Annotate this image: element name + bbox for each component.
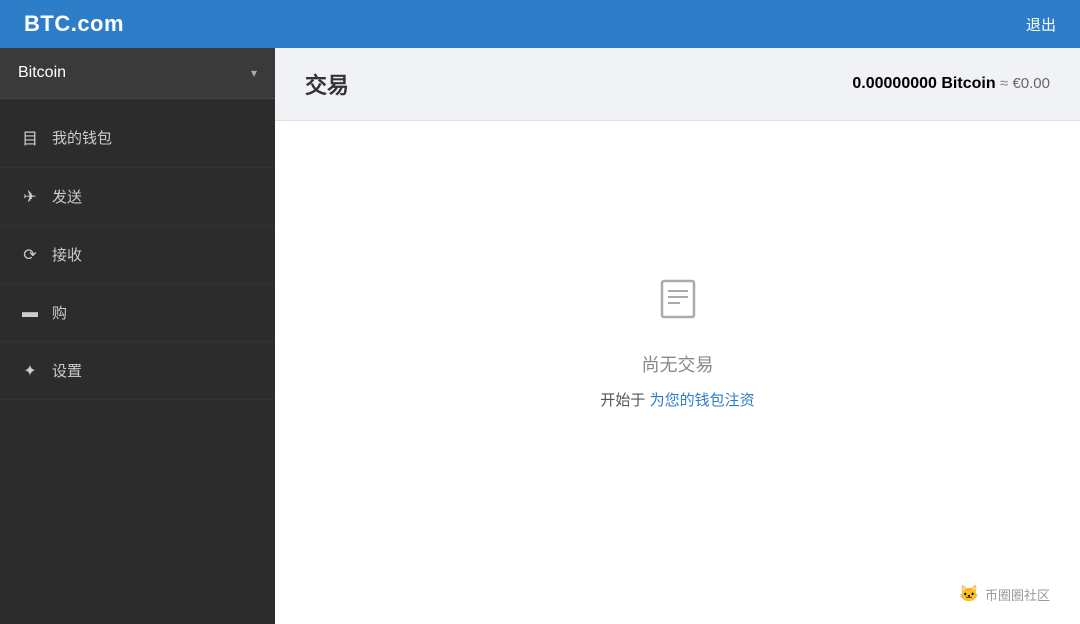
sidebar-item-settings[interactable]: ✦ 设置	[0, 342, 275, 400]
currency-label: Bitcoin	[18, 64, 66, 82]
sidebar-item-receive[interactable]: ⟳ 接收	[0, 226, 275, 284]
settings-icon: ✦	[20, 361, 40, 381]
watermark-icon: 🐱	[959, 584, 979, 604]
empty-sub-text: 开始于 为您的钱包注资	[600, 389, 754, 410]
sidebar: Bitcoin ▾ 目 我的钱包 ✈ 发送 ⟳ 接收 ▬ 购 ✦	[0, 48, 275, 624]
sidebar-item-label-send: 发送	[52, 186, 82, 207]
balance-btc: 0.00000000 Bitcoin	[852, 75, 995, 92]
main-layout: Bitcoin ▾ 目 我的钱包 ✈ 发送 ⟳ 接收 ▬ 购 ✦	[0, 48, 1080, 624]
sidebar-item-label-settings: 设置	[52, 360, 82, 381]
chevron-down-icon: ▾	[251, 66, 257, 80]
watermark-text: 币圈圈社区	[985, 585, 1050, 604]
send-icon: ✈	[20, 187, 40, 207]
sidebar-nav: 目 我的钱包 ✈ 发送 ⟳ 接收 ▬ 购 ✦ 设置	[0, 99, 275, 624]
receive-icon: ⟳	[20, 245, 40, 265]
page-title: 交易	[305, 68, 349, 100]
sidebar-item-label-wallet: 我的钱包	[52, 127, 112, 148]
empty-sub-prefix: 开始于	[600, 392, 649, 409]
sidebar-item-buy[interactable]: ▬ 购	[0, 284, 275, 342]
content-area: 交易 0.00000000 Bitcoin ≈ €0.00 尚无交易 开始于 为…	[275, 48, 1080, 624]
content-header: 交易 0.00000000 Bitcoin ≈ €0.00	[275, 48, 1080, 121]
empty-state: 尚无交易 开始于 为您的钱包注资	[275, 121, 1080, 624]
balance-display: 0.00000000 Bitcoin ≈ €0.00	[852, 75, 1050, 93]
wallet-icon: 目	[20, 125, 40, 149]
empty-main-text: 尚无交易	[642, 351, 714, 377]
app-logo: BTC.com	[24, 11, 124, 37]
app-header: BTC.com 退出	[0, 0, 1080, 48]
balance-approx: ≈	[1000, 75, 1012, 92]
sidebar-item-wallet[interactable]: 目 我的钱包	[0, 107, 275, 168]
fund-wallet-link[interactable]: 为您的钱包注资	[650, 392, 755, 409]
watermark: 🐱 币圈圈社区	[959, 584, 1050, 604]
sidebar-item-send[interactable]: ✈ 发送	[0, 168, 275, 226]
sidebar-item-label-buy: 购	[52, 302, 67, 323]
buy-icon: ▬	[20, 304, 40, 322]
sidebar-item-label-receive: 接收	[52, 244, 82, 265]
currency-selector[interactable]: Bitcoin ▾	[0, 48, 275, 99]
balance-fiat: €0.00	[1012, 75, 1050, 92]
empty-state-icon	[654, 275, 702, 335]
logout-button[interactable]: 退出	[1026, 14, 1056, 35]
